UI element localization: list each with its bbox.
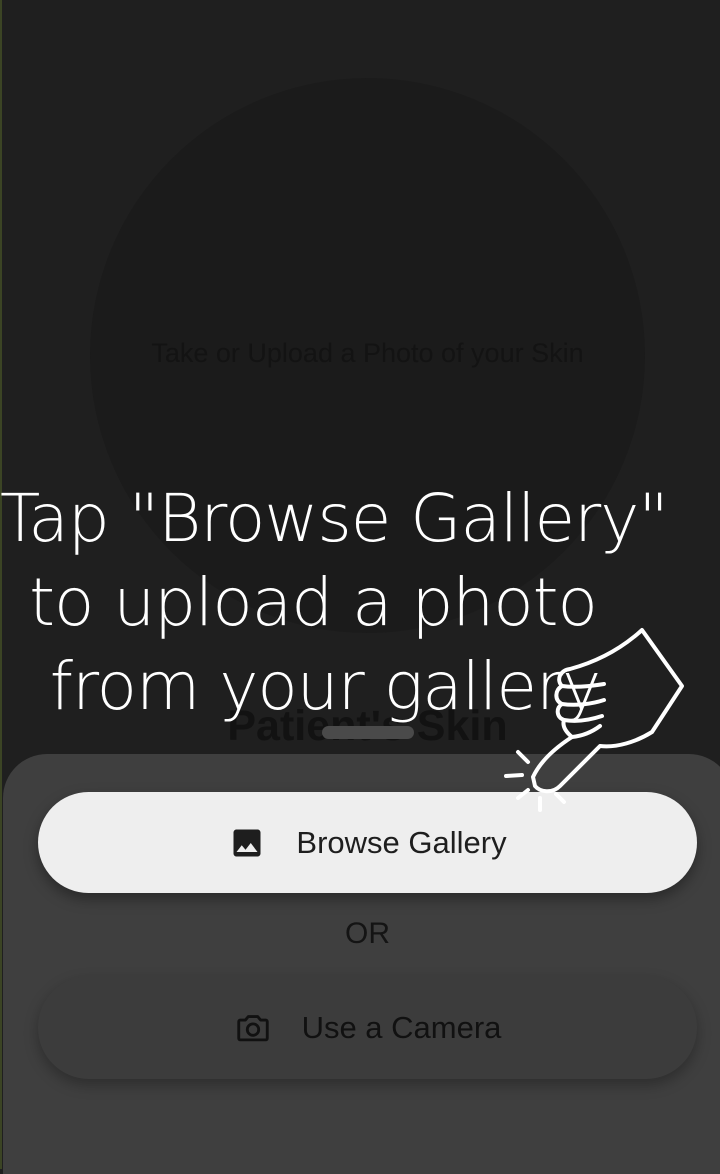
use-camera-button[interactable]: Use a Camera xyxy=(38,976,697,1079)
or-separator: OR xyxy=(345,917,390,950)
browse-gallery-label: Browse Gallery xyxy=(296,824,507,860)
camera-icon xyxy=(234,1009,272,1047)
tutorial-line: Tap "Browse Gallery" xyxy=(0,480,669,557)
image-icon xyxy=(228,824,266,862)
upload-placeholder-text: Take or Upload a Photo of your Skin xyxy=(151,338,584,368)
use-camera-label: Use a Camera xyxy=(301,1009,502,1045)
pointing-hand-icon xyxy=(504,628,684,812)
